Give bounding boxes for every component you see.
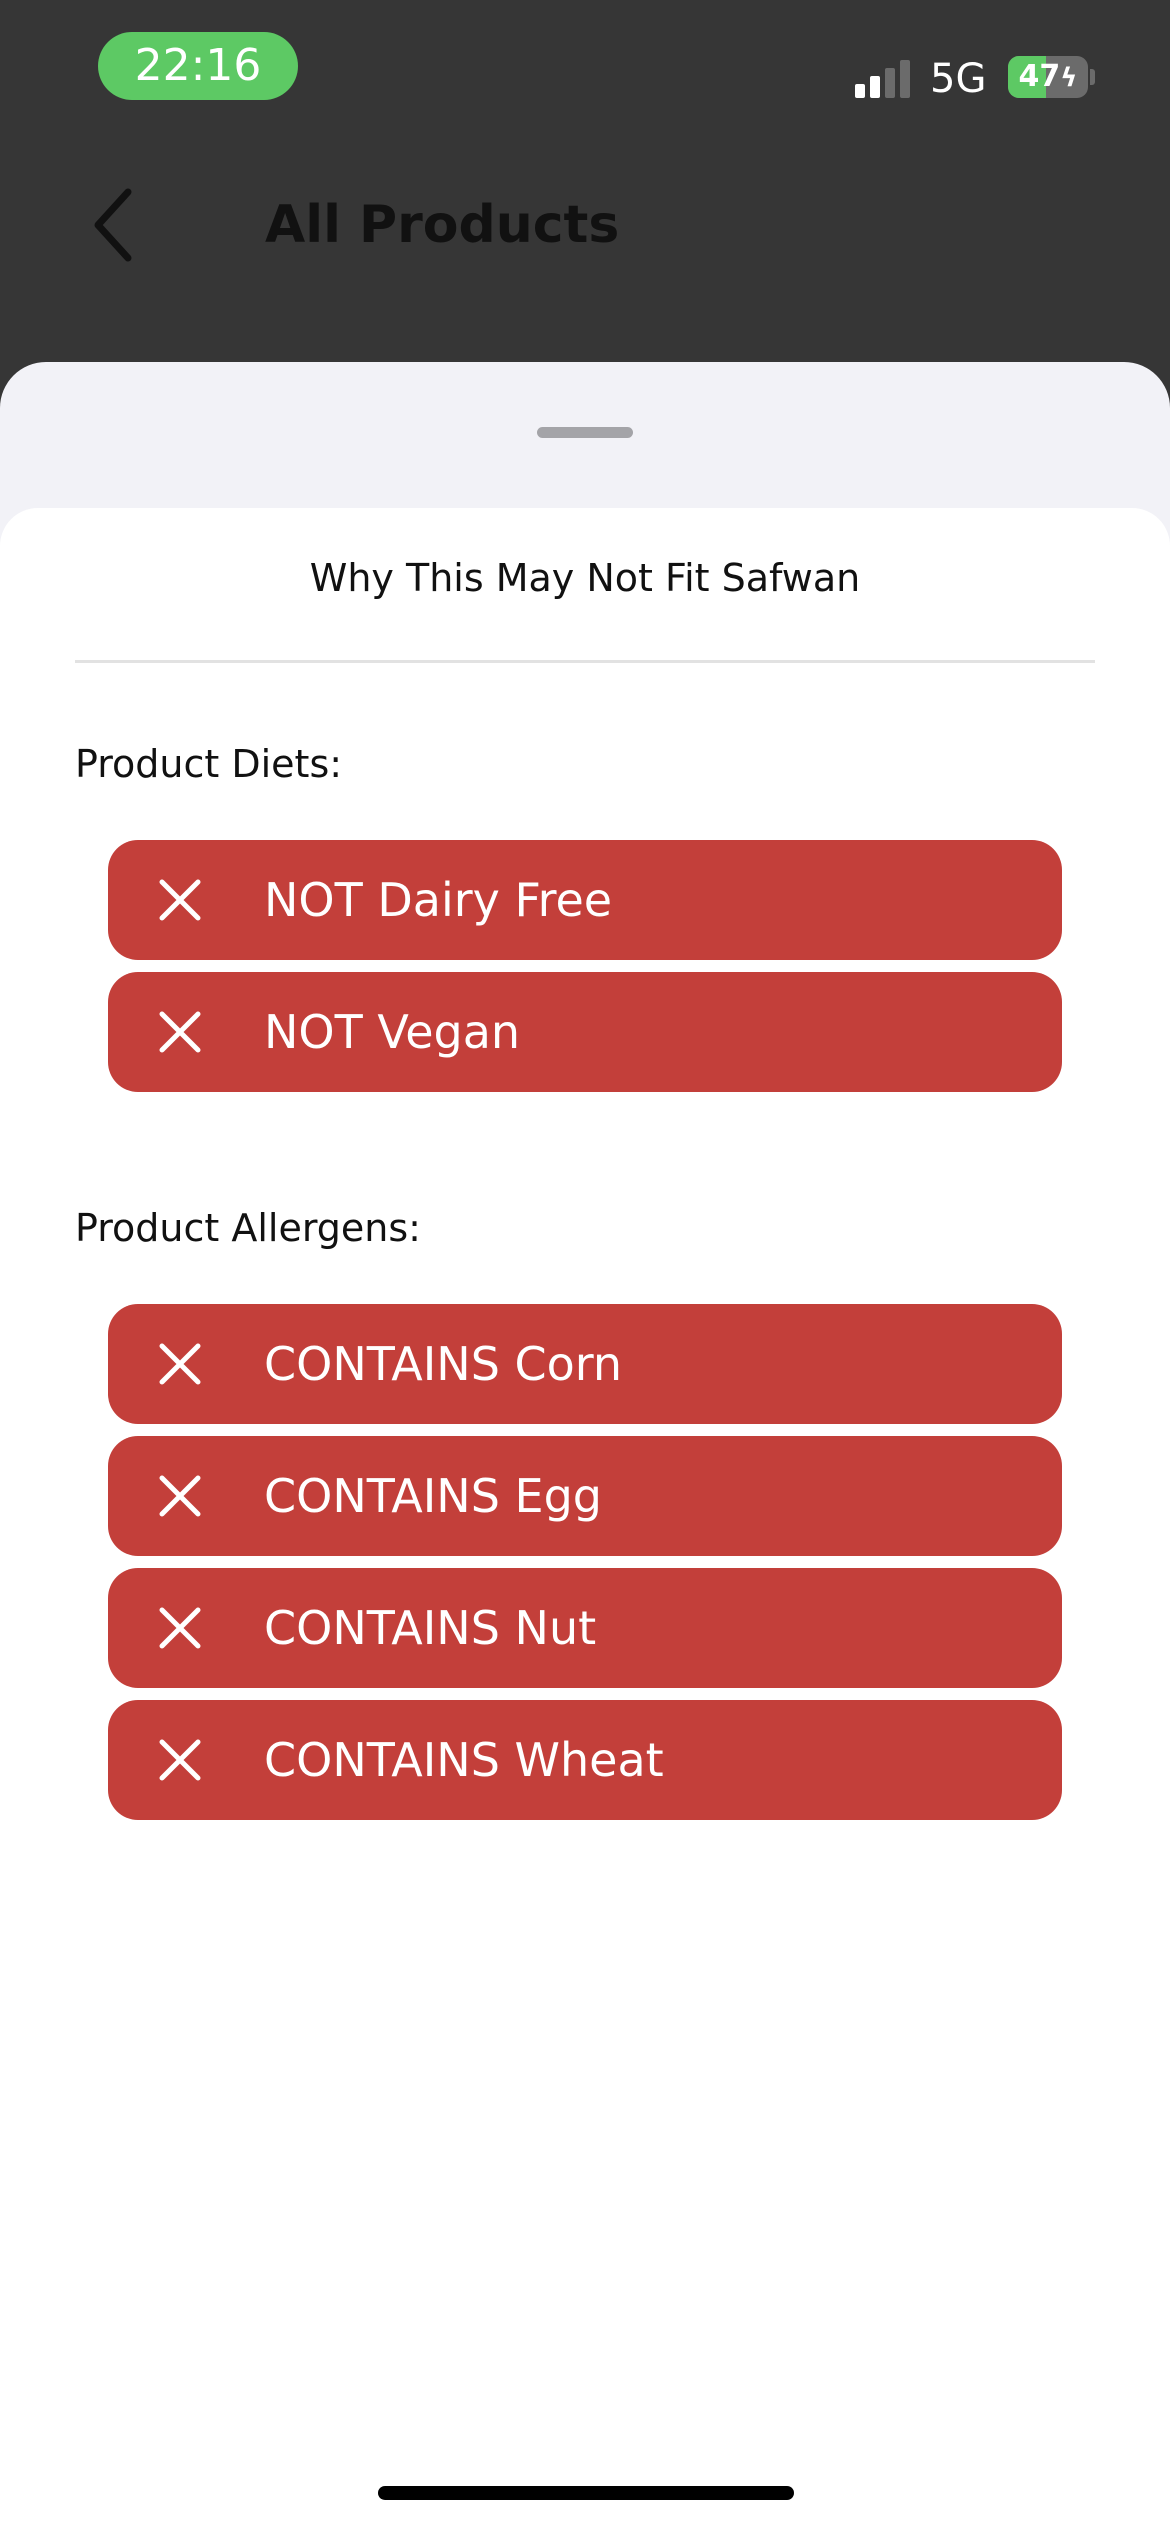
divider bbox=[75, 660, 1095, 663]
network-type: 5G bbox=[930, 56, 987, 102]
status-bar: 22:16 5G 47ϟ bbox=[0, 0, 1170, 140]
signal-bar bbox=[885, 68, 895, 98]
sheet-content: Why This May Not Fit Safwan Product Diet… bbox=[0, 508, 1170, 2532]
signal-bar bbox=[900, 60, 910, 98]
close-icon bbox=[158, 1010, 202, 1054]
close-icon bbox=[158, 1342, 202, 1386]
back-button[interactable] bbox=[80, 180, 150, 270]
battery-nub bbox=[1090, 69, 1095, 85]
allergen-tag: CONTAINS Wheat bbox=[108, 1700, 1062, 1820]
allergen-tag: CONTAINS Corn bbox=[108, 1304, 1062, 1424]
signal-bar bbox=[855, 84, 865, 98]
diet-tag: NOT Dairy Free bbox=[108, 840, 1062, 960]
close-icon bbox=[158, 1606, 202, 1650]
cellular-signal-icon bbox=[855, 58, 915, 98]
allergen-tag: CONTAINS Nut bbox=[108, 1568, 1062, 1688]
close-icon bbox=[158, 1738, 202, 1782]
allergen-tag-label: CONTAINS Corn bbox=[264, 1337, 623, 1391]
allergens-heading: Product Allergens: bbox=[75, 1206, 421, 1250]
signal-bar bbox=[870, 76, 880, 98]
allergen-tag: CONTAINS Egg bbox=[108, 1436, 1062, 1556]
diet-tag-label: NOT Vegan bbox=[264, 1005, 521, 1059]
battery-icon: 47ϟ bbox=[1008, 56, 1088, 98]
battery-level: 47ϟ bbox=[1018, 59, 1078, 94]
home-indicator[interactable] bbox=[378, 2486, 794, 2500]
allergen-tag-label: CONTAINS Wheat bbox=[264, 1733, 664, 1787]
diet-tag: NOT Vegan bbox=[108, 972, 1062, 1092]
time-pill[interactable]: 22:16 bbox=[98, 32, 298, 100]
close-icon bbox=[158, 878, 202, 922]
sheet-grabber[interactable] bbox=[537, 427, 633, 438]
screen: 22:16 5G 47ϟ All Products Why This May N… bbox=[0, 0, 1170, 2532]
nav-title: All Products bbox=[265, 195, 620, 255]
allergen-tag-label: CONTAINS Egg bbox=[264, 1469, 602, 1523]
diets-heading: Product Diets: bbox=[75, 742, 343, 786]
close-icon bbox=[158, 1474, 202, 1518]
diet-tag-label: NOT Dairy Free bbox=[264, 873, 613, 927]
sheet-title: Why This May Not Fit Safwan bbox=[309, 556, 861, 600]
allergen-tag-label: CONTAINS Nut bbox=[264, 1601, 597, 1655]
chevron-left-icon bbox=[94, 188, 132, 262]
bottom-sheet: Why This May Not Fit Safwan Product Diet… bbox=[0, 362, 1170, 2532]
